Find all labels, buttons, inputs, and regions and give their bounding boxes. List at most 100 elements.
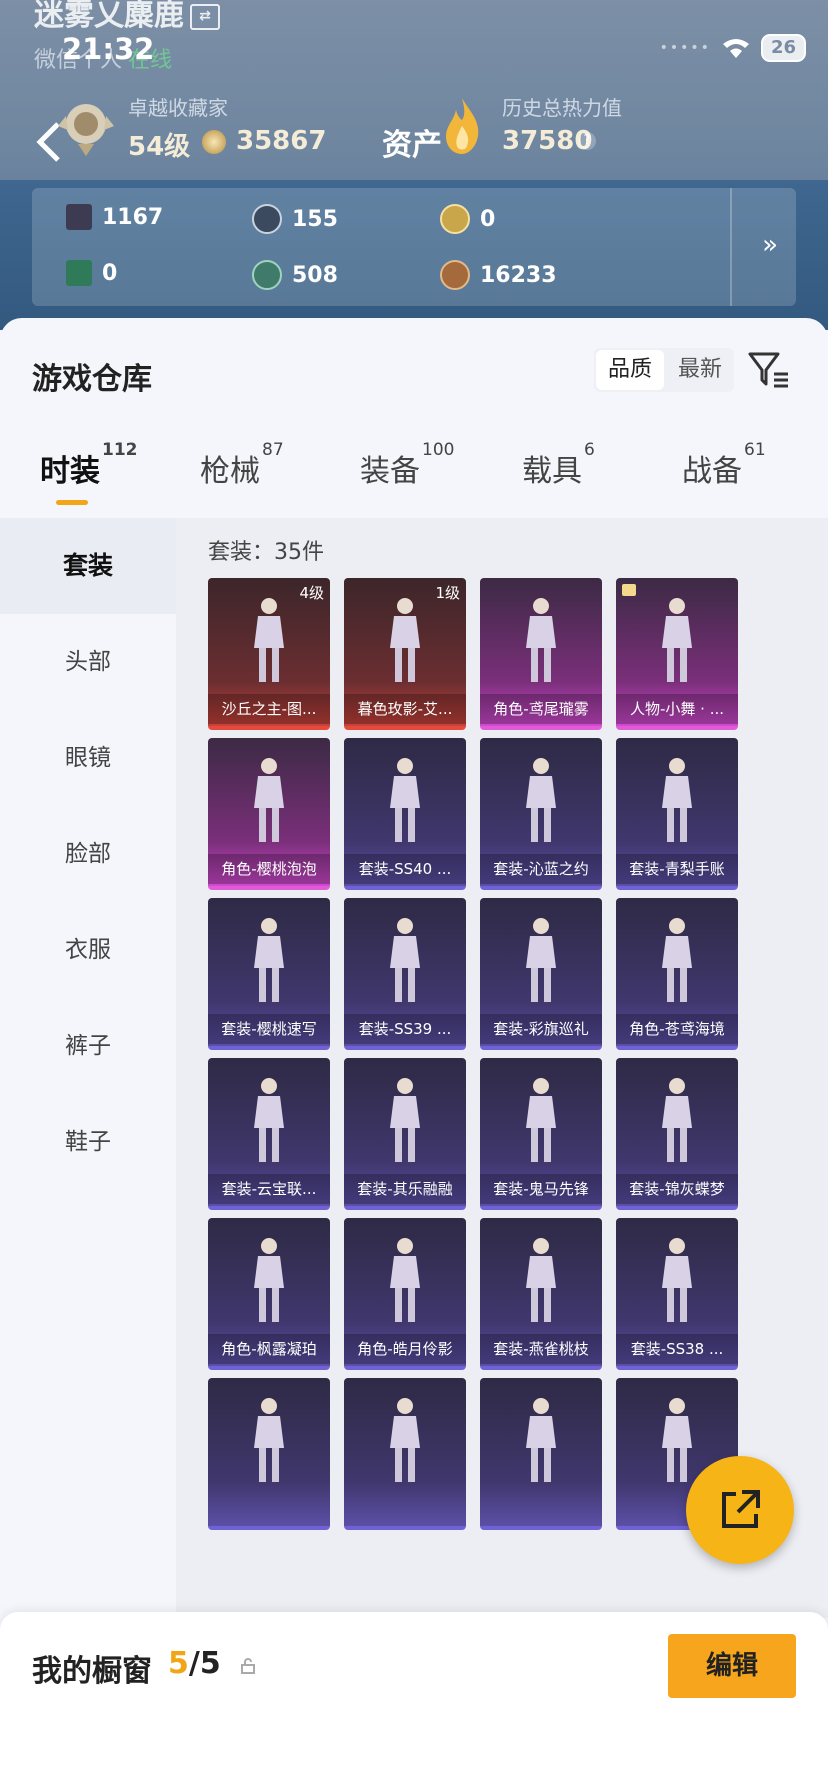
- outfit-name: 角色-枫露凝珀: [208, 1334, 330, 1364]
- tab-fashion[interactable]: 时装112: [40, 440, 138, 490]
- currency-item: 0: [440, 204, 495, 234]
- outfit-figure-icon: [254, 758, 284, 842]
- tab-equipment[interactable]: 装备100: [360, 440, 454, 490]
- outfit-figure-icon: [526, 1238, 556, 1322]
- outfit-card[interactable]: 角色-苍鸢海境: [616, 898, 738, 1050]
- outfit-card[interactable]: [480, 1378, 602, 1530]
- collection-coin-icon: [202, 130, 226, 154]
- switch-account-icon[interactable]: ⇄: [190, 3, 220, 30]
- sort-quality-button[interactable]: 品质: [596, 350, 665, 390]
- outfit-name: 套装-其乐融融: [344, 1174, 466, 1204]
- category-tabs: 时装112 枪械87 装备100 载具6 战备61: [0, 440, 828, 516]
- outfit-figure-icon: [254, 918, 284, 1002]
- outfit-figure-icon: [390, 758, 420, 842]
- shirt-icon: [622, 584, 636, 596]
- item-count: 套装：35件: [208, 540, 324, 565]
- collector-emblem-icon: [58, 104, 114, 156]
- outfit-card[interactable]: [208, 1378, 330, 1530]
- outfit-name: 套装-鬼马先锋: [480, 1174, 602, 1204]
- outfit-name: 套装-沁蓝之约: [480, 854, 602, 884]
- outfit-name: 套装-燕雀桃枝: [480, 1334, 602, 1364]
- share-button[interactable]: [686, 1456, 794, 1564]
- outfit-card[interactable]: 角色-皓月伶影: [344, 1218, 466, 1370]
- rank-level: 54级: [128, 132, 191, 162]
- outfit-name: 套装-SS38 ...: [616, 1334, 738, 1364]
- help-icon[interactable]: ?: [578, 132, 596, 150]
- currency-item: 1167: [66, 204, 163, 230]
- outfit-card[interactable]: 套装-樱桃速写: [208, 898, 330, 1050]
- outfit-figure-icon: [390, 1398, 420, 1482]
- outfit-card[interactable]: 1级 暮色玫影-艾...: [344, 578, 466, 730]
- outfit-figure-icon: [526, 918, 556, 1002]
- outfit-card[interactable]: 套装-青梨手账: [616, 738, 738, 890]
- outfit-card[interactable]: 套装-云宝联...: [208, 1058, 330, 1210]
- green-coin-icon: [252, 260, 282, 290]
- outfit-card[interactable]: 套装-SS40 ...: [344, 738, 466, 890]
- card-icon: [66, 204, 92, 230]
- outfit-card[interactable]: 人物-小舞 · ...: [616, 578, 738, 730]
- outfit-card[interactable]: 套装-锦灰蝶梦: [616, 1058, 738, 1210]
- showcase-bar: 我的橱窗 5/5 编辑: [0, 1612, 828, 1792]
- outfit-name: 套装-彩旗巡礼: [480, 1014, 602, 1044]
- expand-currencies-button[interactable]: »: [762, 230, 778, 260]
- showcase-label: 我的橱窗: [32, 1654, 152, 1689]
- currency-item: 16233: [440, 260, 557, 290]
- outfit-figure-icon: [662, 598, 692, 682]
- outfit-card[interactable]: 套装-SS38 ...: [616, 1218, 738, 1370]
- outfit-figure-icon: [526, 758, 556, 842]
- currency-item: 155: [252, 204, 338, 234]
- sidebar-item-glasses[interactable]: 眼镜: [0, 710, 176, 806]
- filter-icon[interactable]: [748, 350, 790, 390]
- outfit-figure-icon: [390, 1078, 420, 1162]
- outfit-card[interactable]: 角色-鸢尾瓏雾: [480, 578, 602, 730]
- item-area: 套装：35件 4级 沙丘之主-图... 1级 暮色玫影-艾... 角色-鸢尾瓏雾 人物-小…: [176, 518, 828, 1618]
- outfit-card[interactable]: 角色-樱桃泡泡: [208, 738, 330, 890]
- share-icon: [722, 1490, 760, 1528]
- outfit-figure-icon: [390, 918, 420, 1002]
- heat-label: 历史总热力值: [502, 96, 622, 120]
- rank-title: 卓越收藏家: [128, 96, 228, 120]
- sidebar-item-clothes[interactable]: 衣服: [0, 902, 176, 998]
- gold-coin-icon: [440, 204, 470, 234]
- outfit-figure-icon: [662, 758, 692, 842]
- sidebar-item-head[interactable]: 头部: [0, 614, 176, 710]
- outfit-card[interactable]: [344, 1378, 466, 1530]
- wifi-icon: [722, 39, 749, 58]
- outfit-name: 套装-锦灰蝶梦: [616, 1174, 738, 1204]
- tab-vehicles[interactable]: 载具6: [522, 440, 595, 490]
- outfit-card[interactable]: 角色-枫露凝珀: [208, 1218, 330, 1370]
- outfit-card[interactable]: 套装-沁蓝之约: [480, 738, 602, 890]
- outfit-card[interactable]: 套装-彩旗巡礼: [480, 898, 602, 1050]
- outfit-card[interactable]: 套装-SS39 ...: [344, 898, 466, 1050]
- sidebar-item-face[interactable]: 脸部: [0, 806, 176, 902]
- tab-weapons[interactable]: 枪械87: [200, 440, 284, 490]
- outfit-name: 角色-皓月伶影: [344, 1334, 466, 1364]
- outfit-card[interactable]: 4级 沙丘之主-图...: [208, 578, 330, 730]
- outfit-figure-icon: [662, 1238, 692, 1322]
- outfit-name: 套装-SS40 ...: [344, 854, 466, 884]
- battery-indicator: 26: [760, 34, 806, 62]
- sidebar-item-sets[interactable]: 套装: [0, 518, 176, 614]
- outfit-figure-icon: [662, 1398, 692, 1482]
- outfit-card[interactable]: 套装-其乐融融: [344, 1058, 466, 1210]
- item-level: 4级: [299, 584, 324, 602]
- sidebar-item-pants[interactable]: 裤子: [0, 998, 176, 1094]
- silver-coin-icon: [252, 204, 282, 234]
- status-icons: ••••• 26: [660, 34, 806, 62]
- outfit-name: 套装-云宝联...: [208, 1174, 330, 1204]
- outfit-figure-icon: [526, 1398, 556, 1482]
- outfit-figure-icon: [662, 1078, 692, 1162]
- outfit-figure-icon: [526, 1078, 556, 1162]
- bronze-coin-icon: [440, 260, 470, 290]
- warehouse-panel: 游戏仓库 品质 最新 时装112 枪械87 装备100 载具6 战备61 套装 …: [0, 318, 828, 1792]
- tab-supplies[interactable]: 战备61: [682, 440, 766, 490]
- edit-button[interactable]: 编辑: [668, 1634, 796, 1698]
- sidebar-item-shoes[interactable]: 鞋子: [0, 1094, 176, 1190]
- currency-item: 0: [66, 260, 117, 286]
- flame-icon: [446, 98, 479, 154]
- outfit-figure-icon: [662, 918, 692, 1002]
- sort-newest-button[interactable]: 最新: [666, 348, 734, 392]
- outfit-card[interactable]: 套装-鬼马先锋: [480, 1058, 602, 1210]
- outfit-card[interactable]: 套装-燕雀桃枝: [480, 1218, 602, 1370]
- currency-item: 508: [252, 260, 338, 290]
